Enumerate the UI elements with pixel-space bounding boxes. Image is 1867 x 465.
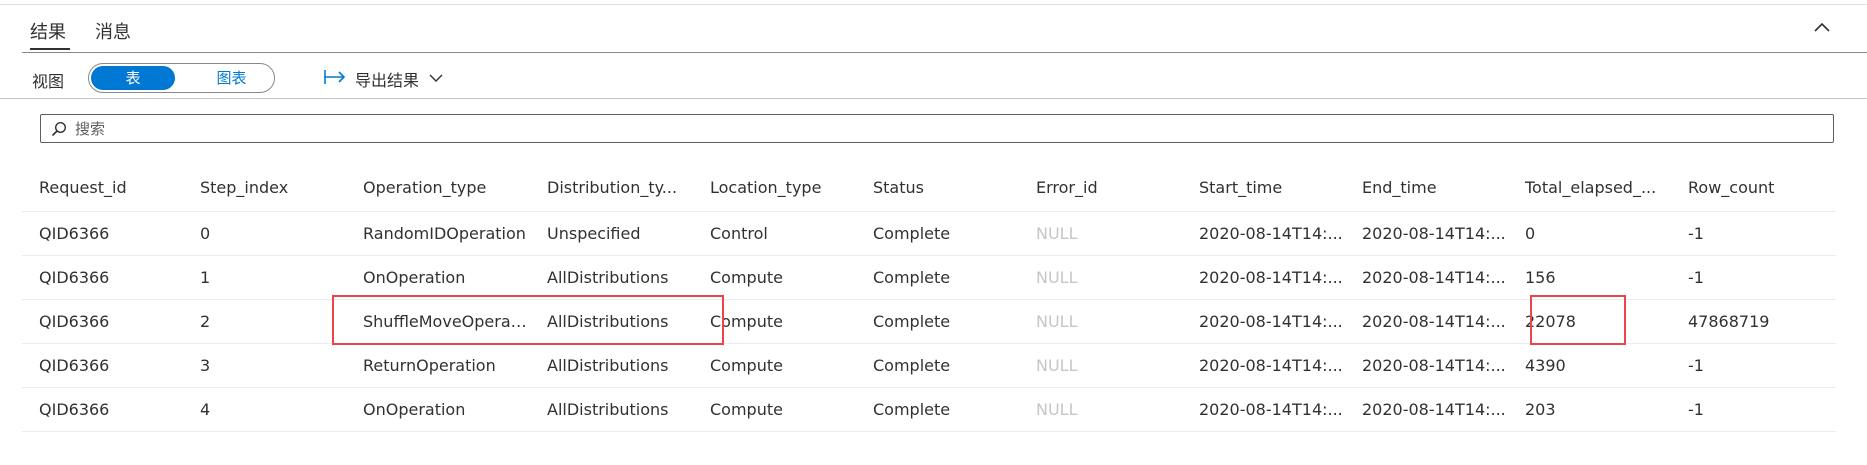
table-row[interactable]: QID6366 2 ShuffleMoveOperation AllDistri… bbox=[22, 299, 1836, 344]
table-cell: Complete bbox=[856, 299, 1019, 344]
table-cell: 2020-08-14T14:... bbox=[1182, 299, 1345, 344]
table-cell: -1 bbox=[1671, 211, 1836, 256]
table-cell: 22078 bbox=[1508, 299, 1671, 344]
table-cell: AllDistributions bbox=[530, 299, 693, 344]
column-header-status[interactable]: Status bbox=[856, 163, 1019, 212]
view-option-table[interactable]: 表 bbox=[91, 66, 175, 90]
tabs-divider bbox=[22, 52, 1867, 53]
table-row[interactable]: QID6366 3 ReturnOperation AllDistributio… bbox=[22, 343, 1836, 388]
table-cell: OnOperation bbox=[346, 255, 530, 300]
table-cell: -1 bbox=[1671, 255, 1836, 300]
column-header-operation-type[interactable]: Operation_type bbox=[346, 163, 530, 212]
table-cell: 0 bbox=[183, 211, 346, 256]
table-cell: AllDistributions bbox=[530, 255, 693, 300]
table-cell: QID6366 bbox=[22, 211, 183, 256]
table-cell: Compute bbox=[693, 255, 856, 300]
table-cell: ReturnOperation bbox=[346, 343, 530, 388]
table-cell: AllDistributions bbox=[530, 343, 693, 388]
view-toggle[interactable]: 表 图表 bbox=[88, 63, 275, 93]
table-cell: Compute bbox=[693, 299, 856, 344]
table-row[interactable]: QID6366 0 RandomIDOperation Unspecified … bbox=[22, 211, 1836, 256]
table-cell-null: NULL bbox=[1019, 343, 1182, 388]
table-cell: 2020-08-14T14:... bbox=[1182, 255, 1345, 300]
table-cell: Compute bbox=[693, 387, 856, 432]
column-header-total-elapsed[interactable]: Total_elapsed_... bbox=[1508, 163, 1671, 212]
table-cell: Complete bbox=[856, 255, 1019, 300]
table-cell: 2020-08-14T14:... bbox=[1182, 343, 1345, 388]
search-box bbox=[40, 114, 1834, 143]
table-cell: 2020-08-14T14:... bbox=[1345, 255, 1508, 300]
column-header-start-time[interactable]: Start_time bbox=[1182, 163, 1345, 212]
table-cell: AllDistributions bbox=[530, 387, 693, 432]
table-cell: 3 bbox=[183, 343, 346, 388]
top-border bbox=[0, 4, 1867, 5]
view-option-chart[interactable]: 图表 bbox=[199, 66, 264, 90]
collapse-panel-button[interactable] bbox=[1810, 15, 1834, 39]
column-header-end-time[interactable]: End_time bbox=[1345, 163, 1508, 212]
chevron-up-icon bbox=[1814, 22, 1830, 32]
export-results-label: 导出结果 bbox=[355, 71, 420, 90]
table-cell-null: NULL bbox=[1019, 211, 1182, 256]
chevron-down-icon bbox=[429, 74, 443, 82]
table-cell: Complete bbox=[856, 343, 1019, 388]
table-cell: Complete bbox=[856, 387, 1019, 432]
arrow-right-bar-icon bbox=[324, 70, 346, 84]
column-header-distribution-type[interactable]: Distribution_ty... bbox=[530, 163, 693, 212]
table-cell: QID6366 bbox=[22, 343, 183, 388]
column-header-request-id[interactable]: Request_id bbox=[22, 163, 183, 212]
table-cell-null: NULL bbox=[1019, 255, 1182, 300]
table-cell: 203 bbox=[1508, 387, 1671, 432]
table-cell: -1 bbox=[1671, 387, 1836, 432]
table-cell: 4 bbox=[183, 387, 346, 432]
table-cell: 1 bbox=[183, 255, 346, 300]
table-cell: 2020-08-14T14:... bbox=[1182, 211, 1345, 256]
column-header-step-index[interactable]: Step_index bbox=[183, 163, 346, 212]
table-cell: RandomIDOperation bbox=[346, 211, 530, 256]
search-input[interactable] bbox=[75, 115, 1815, 142]
table-cell: Control bbox=[693, 211, 856, 256]
table-cell: Complete bbox=[856, 211, 1019, 256]
table-cell: Unspecified bbox=[530, 211, 693, 256]
table-cell: Compute bbox=[693, 343, 856, 388]
table-cell: -1 bbox=[1671, 343, 1836, 388]
tab-messages[interactable]: 消息 bbox=[95, 18, 131, 44]
table-cell: 2020-08-14T14:... bbox=[1345, 211, 1508, 256]
table-cell-null: NULL bbox=[1019, 299, 1182, 344]
table-cell: QID6366 bbox=[22, 387, 183, 432]
active-tab-indicator bbox=[30, 48, 70, 50]
table-header-row: Request_id Step_index Operation_type Dis… bbox=[22, 163, 1836, 212]
table-cell: QID6366 bbox=[22, 299, 183, 344]
table-cell: 2020-08-14T14:... bbox=[1345, 299, 1508, 344]
table-cell: 2020-08-14T14:... bbox=[1182, 387, 1345, 432]
column-header-error-id[interactable]: Error_id bbox=[1019, 163, 1182, 212]
table-cell: 2 bbox=[183, 299, 346, 344]
table-cell: ShuffleMoveOperation bbox=[346, 299, 530, 344]
search-icon bbox=[51, 121, 67, 137]
table-cell: 156 bbox=[1508, 255, 1671, 300]
toolbar-divider bbox=[0, 98, 1867, 99]
table-cell-null: NULL bbox=[1019, 387, 1182, 432]
column-header-location-type[interactable]: Location_type bbox=[693, 163, 856, 212]
table-cell: 2020-08-14T14:... bbox=[1345, 343, 1508, 388]
column-header-row-count[interactable]: Row_count bbox=[1671, 163, 1836, 212]
tab-results[interactable]: 结果 bbox=[30, 18, 66, 44]
table-cell: 2020-08-14T14:... bbox=[1345, 387, 1508, 432]
table-cell: QID6366 bbox=[22, 255, 183, 300]
table-cell: OnOperation bbox=[346, 387, 530, 432]
table-row[interactable]: QID6366 4 OnOperation AllDistributions C… bbox=[22, 387, 1836, 432]
table-cell: 47868719 bbox=[1671, 299, 1836, 344]
table-row[interactable]: QID6366 1 OnOperation AllDistributions C… bbox=[22, 255, 1836, 300]
results-table: Request_id Step_index Operation_type Dis… bbox=[22, 163, 1836, 432]
view-label: 视图 bbox=[32, 72, 65, 91]
table-cell: 0 bbox=[1508, 211, 1671, 256]
table-cell: 4390 bbox=[1508, 343, 1671, 388]
